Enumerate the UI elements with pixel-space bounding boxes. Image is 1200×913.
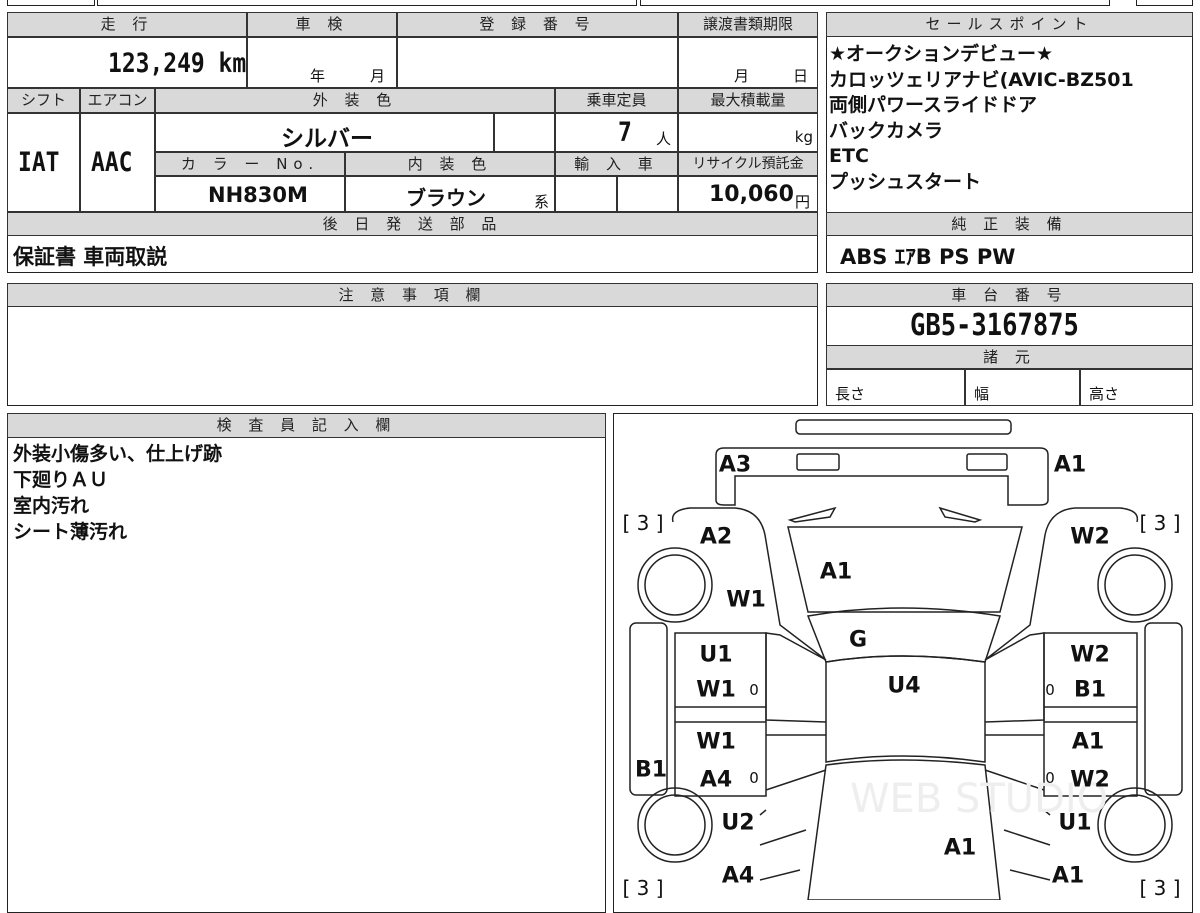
- damage-label: G: [848, 627, 868, 653]
- damage-label: A1: [1071, 729, 1105, 755]
- damage-label: U4: [887, 673, 921, 699]
- damage-label: W2: [1070, 524, 1110, 550]
- damage-label: W1: [726, 587, 766, 613]
- damage-label: W2: [1070, 642, 1110, 668]
- damage-label: A1: [1051, 863, 1085, 889]
- damage-label: A1: [819, 559, 853, 585]
- damage-label: U1: [699, 642, 733, 668]
- damage-label: A3: [718, 452, 752, 478]
- damage-label: W1: [696, 729, 736, 755]
- damage-label: W1: [696, 677, 736, 703]
- damage-label: U1: [1058, 810, 1092, 836]
- damage-label: 0: [1045, 769, 1055, 787]
- damage-label: B1: [634, 757, 668, 783]
- damage-label: W2: [1070, 767, 1110, 793]
- damage-label: A1: [943, 835, 977, 861]
- damage-label: 0: [749, 681, 759, 699]
- damage-label: [ 3 ]: [1139, 876, 1181, 900]
- damage-label: [ 3 ]: [1139, 511, 1181, 535]
- damage-label: A1: [1053, 452, 1087, 478]
- car-outline: [629, 419, 1183, 900]
- damage-label: 0: [749, 769, 759, 787]
- damage-label: A4: [699, 767, 733, 793]
- damage-label: [ 3 ]: [622, 876, 664, 900]
- damage-label: 0: [1045, 681, 1055, 699]
- damage-label: B1: [1073, 677, 1107, 703]
- damage-label: [ 3 ]: [622, 511, 664, 535]
- damage-label: A2: [699, 524, 733, 550]
- damage-label: A4: [721, 863, 755, 889]
- damage-label: U2: [721, 810, 755, 836]
